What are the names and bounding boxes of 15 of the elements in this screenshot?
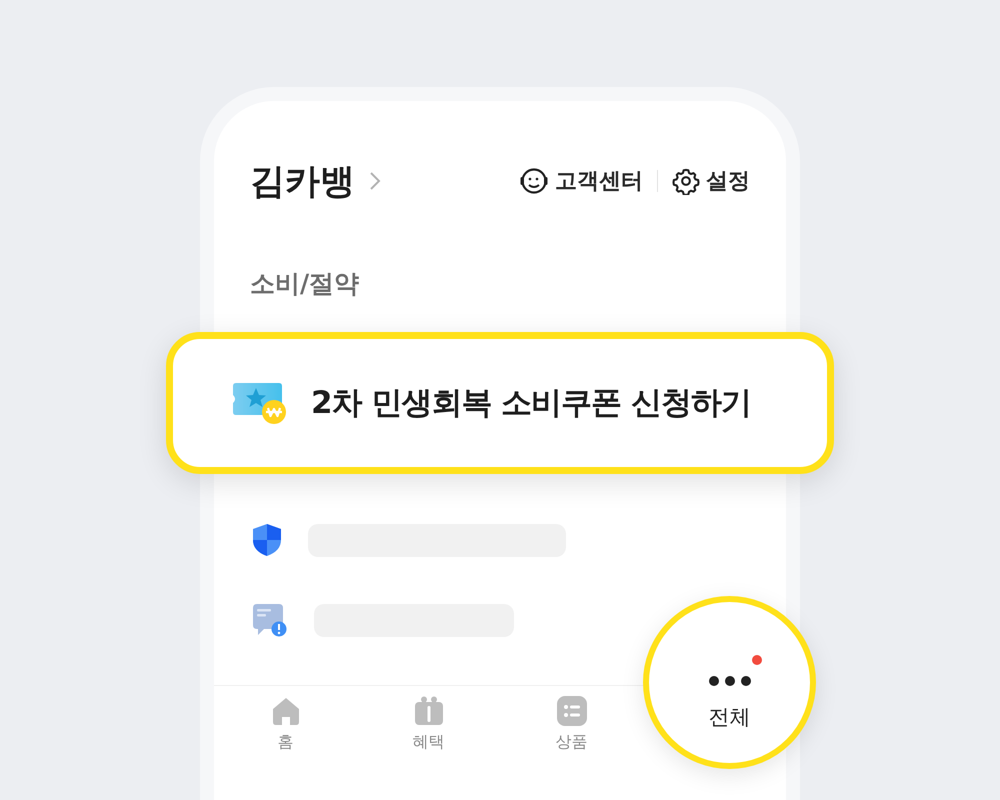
gift-icon	[414, 696, 444, 726]
chat-alert-icon	[252, 603, 288, 637]
list-icon	[556, 696, 586, 726]
settings-link[interactable]: 설정	[672, 166, 750, 196]
chevron-right-icon	[369, 171, 381, 191]
ticket-coin-icon	[233, 381, 289, 425]
headset-face-icon	[519, 167, 549, 195]
section-title: 소비/절약	[250, 268, 360, 300]
coupon-apply-card[interactable]: 2차 민생회복 소비쿠폰 신청하기	[166, 332, 834, 474]
settings-icon	[672, 167, 700, 195]
customer-center-link[interactable]: 고객센터	[519, 166, 643, 196]
more-icon	[708, 674, 752, 686]
home-icon	[270, 696, 300, 726]
shield-icon	[252, 523, 282, 557]
user-name[interactable]: 김카뱅	[250, 158, 355, 204]
